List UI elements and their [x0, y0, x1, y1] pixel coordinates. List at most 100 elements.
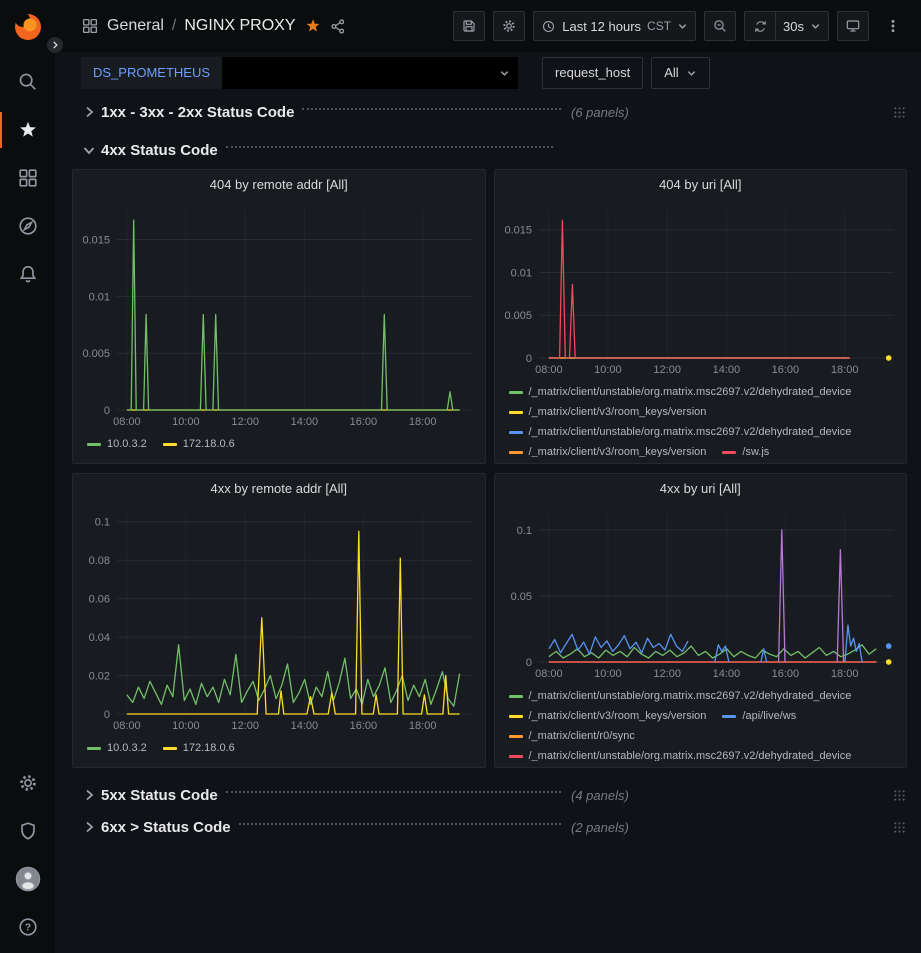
panel-title[interactable]: 404 by uri [All]: [495, 170, 907, 200]
zoom-out-button[interactable]: [704, 11, 736, 41]
svg-text:14:00: 14:00: [712, 668, 740, 680]
legend-label: /_matrix/client/v3/room_keys/version: [529, 442, 707, 457]
legend-color-dash: [722, 451, 736, 454]
legend-item[interactable]: 10.0.3.2: [87, 738, 147, 758]
sidebar-item-starred[interactable]: [0, 106, 55, 154]
datasource-value-select[interactable]: [222, 57, 518, 89]
time-range-picker[interactable]: Last 12 hours CST: [533, 11, 696, 41]
dashboard-content: DS_PROMETHEUS request_host All: [55, 52, 921, 953]
refresh-button[interactable]: [744, 11, 776, 41]
chevron-right-icon: [81, 104, 97, 120]
svg-text:0.1: 0.1: [95, 517, 110, 529]
panel-title[interactable]: 4xx by remote addr [All]: [73, 474, 485, 504]
svg-text:18:00: 18:00: [830, 364, 858, 376]
dashboard-row-4xx[interactable]: 4xx Status Code: [81, 135, 907, 165]
sidebar-item-help[interactable]: ?: [0, 903, 55, 951]
svg-text:0.05: 0.05: [510, 591, 531, 603]
row-panel-count: (6 panels): [571, 105, 629, 120]
legend-item[interactable]: /_matrix/client/v3/room_keys/version: [509, 402, 707, 422]
panel-404-by-remote-addr-all: 404 by remote addr [All]00.0050.010.0150…: [72, 169, 486, 464]
legend-item[interactable]: 10.0.3.2: [87, 434, 147, 454]
datasource-variable-label[interactable]: DS_PROMETHEUS: [81, 57, 222, 89]
timezone-label: CST: [647, 19, 671, 33]
svg-text:0.01: 0.01: [89, 291, 110, 303]
save-icon: [461, 18, 477, 34]
dotted-leader: [226, 791, 561, 793]
svg-text:0.04: 0.04: [89, 632, 110, 644]
legend-item[interactable]: /_matrix/client/v3/room_keys/version: [509, 706, 707, 726]
legend-item[interactable]: 172.18.0.6: [163, 738, 235, 758]
sidebar-item-profile[interactable]: [0, 855, 55, 903]
zoom-out-icon: [712, 18, 728, 34]
legend-item[interactable]: /sw.js: [722, 442, 769, 457]
compass-icon: [17, 215, 39, 237]
grafana-logo[interactable]: [10, 8, 46, 44]
legend-label: /api/live/ws: [742, 706, 796, 726]
share-icon[interactable]: [330, 18, 347, 35]
request-host-value-select[interactable]: All: [651, 57, 709, 89]
legend-label: /_matrix/client/r0/sync: [529, 726, 635, 746]
request-host-variable-label[interactable]: request_host: [542, 57, 643, 89]
dashboard-settings-button[interactable]: [493, 11, 525, 41]
star-icon: [17, 119, 39, 141]
legend-item[interactable]: /_matrix/client/unstable/org.matrix.msc2…: [509, 746, 852, 761]
gear-icon: [17, 772, 39, 794]
legend-item[interactable]: /_matrix/client/unstable/org.matrix.msc2…: [509, 686, 852, 706]
sidebar-item-configuration[interactable]: [0, 759, 55, 807]
legend-item[interactable]: /_matrix/client/unstable/org.matrix.msc2…: [509, 382, 852, 402]
svg-text:16:00: 16:00: [350, 720, 378, 732]
svg-text:18:00: 18:00: [409, 720, 437, 732]
legend-item[interactable]: /_matrix/client/unstable/org.matrix.msc2…: [509, 422, 852, 442]
legend-item[interactable]: 172.18.0.6: [163, 434, 235, 454]
svg-text:0: 0: [525, 353, 531, 365]
clock-icon: [541, 19, 556, 34]
sidebar-item-alerting[interactable]: [0, 250, 55, 298]
sidebar-item-search[interactable]: [0, 58, 55, 106]
dashboard-row-1xx-3xx-2xx[interactable]: 1xx - 3xx - 2xx Status Code (6 panels): [81, 97, 907, 127]
more-options-button[interactable]: [877, 11, 909, 41]
dashboard-row-5xx[interactable]: 5xx Status Code (4 panels): [81, 780, 907, 810]
gear-icon: [501, 18, 517, 34]
refresh-icon: [753, 19, 768, 34]
dashboard-row-6xx[interactable]: 6xx > Status Code (2 panels): [81, 812, 907, 842]
legend-color-dash: [509, 735, 523, 738]
svg-text:?: ?: [24, 923, 30, 934]
svg-text:16:00: 16:00: [771, 668, 799, 680]
request-host-value-text: All: [664, 58, 678, 88]
svg-text:0.01: 0.01: [510, 268, 531, 280]
refresh-interval-select[interactable]: 30s: [776, 11, 829, 41]
refresh-interval-value: 30s: [783, 19, 804, 34]
top-navbar: General / NGINX PROXY: [55, 0, 921, 52]
panel-title[interactable]: 404 by remote addr [All]: [73, 170, 485, 200]
panel-title[interactable]: 4xx by uri [All]: [495, 474, 907, 504]
tv-mode-button[interactable]: [837, 11, 869, 41]
svg-text:08:00: 08:00: [113, 416, 141, 428]
sidebar-item-explore[interactable]: [0, 202, 55, 250]
panel-legend: 10.0.3.2 172.18.0.6: [73, 734, 485, 758]
legend-color-dash: [509, 695, 523, 698]
svg-text:08:00: 08:00: [535, 364, 563, 376]
panel-legend: /_matrix/client/unstable/org.matrix.msc2…: [495, 378, 907, 457]
legend-color-dash: [509, 755, 523, 758]
breadcrumb-folder[interactable]: General: [107, 17, 164, 35]
row-title: 4xx Status Code: [101, 142, 218, 159]
row-drag-handle-icon[interactable]: [892, 820, 907, 835]
legend-item[interactable]: /_matrix/client/r0/sync: [509, 726, 635, 746]
favorite-star-icon[interactable]: [304, 17, 322, 35]
save-dashboard-button[interactable]: [453, 11, 485, 41]
svg-text:12:00: 12:00: [653, 364, 681, 376]
row-panel-count: (4 panels): [571, 788, 629, 803]
row-drag-handle-icon[interactable]: [892, 788, 907, 803]
legend-item[interactable]: /_matrix/client/v3/room_keys/version: [509, 442, 707, 457]
legend-color-dash: [509, 715, 523, 718]
svg-text:10:00: 10:00: [594, 364, 622, 376]
breadcrumb: General / NGINX PROXY: [81, 17, 347, 35]
row-drag-handle-icon[interactable]: [892, 105, 907, 120]
dashboards-grid-icon: [17, 167, 39, 189]
sidebar-item-dashboards[interactable]: [0, 154, 55, 202]
panel-legend: /_matrix/client/unstable/org.matrix.msc2…: [495, 682, 907, 761]
legend-item[interactable]: /api/live/ws: [722, 706, 796, 726]
sidebar-expand-button[interactable]: [46, 36, 64, 54]
sidebar-item-server-admin[interactable]: [0, 807, 55, 855]
legend-label: /_matrix/client/v3/room_keys/version: [529, 402, 707, 422]
